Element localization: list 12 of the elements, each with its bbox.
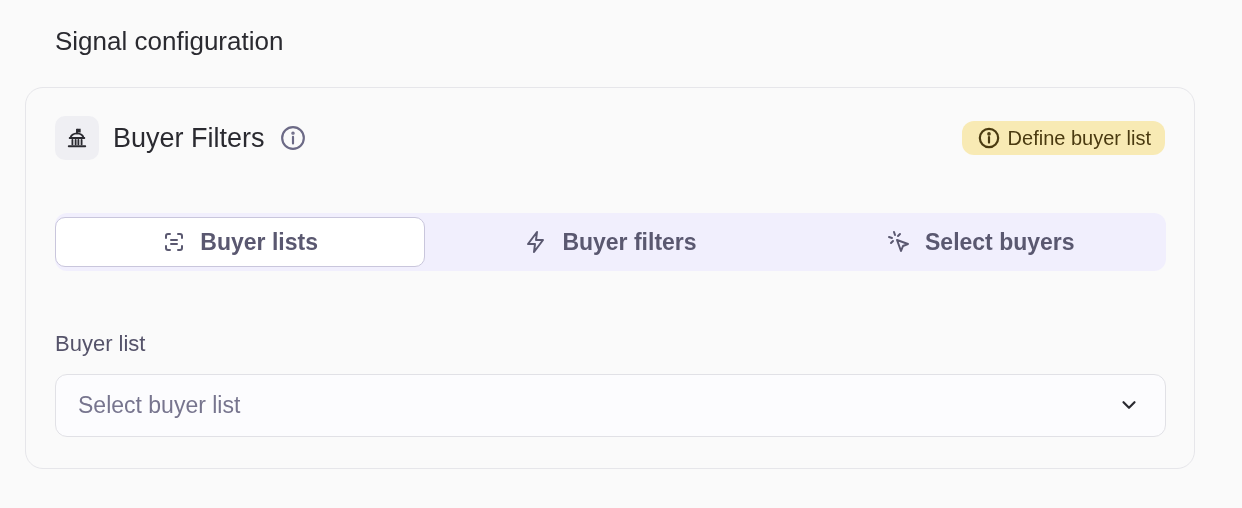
tab[interactable]: Buyer lists bbox=[55, 217, 426, 267]
building-icon bbox=[55, 116, 99, 160]
select-field[interactable]: Select buyer list bbox=[55, 374, 1166, 437]
page-title: Signal configuration bbox=[55, 25, 285, 58]
info-icon bbox=[977, 127, 1000, 149]
field-label: Buyer list bbox=[55, 331, 147, 357]
card-title: Buyer Filters bbox=[113, 122, 265, 154]
tab[interactable]: Select buyers bbox=[795, 217, 1166, 267]
badge-label: Define buyer list bbox=[1007, 126, 1151, 150]
info-icon[interactable] bbox=[279, 125, 306, 151]
cursor-click-icon bbox=[887, 230, 911, 254]
tab[interactable]: Buyer filters bbox=[425, 217, 796, 267]
